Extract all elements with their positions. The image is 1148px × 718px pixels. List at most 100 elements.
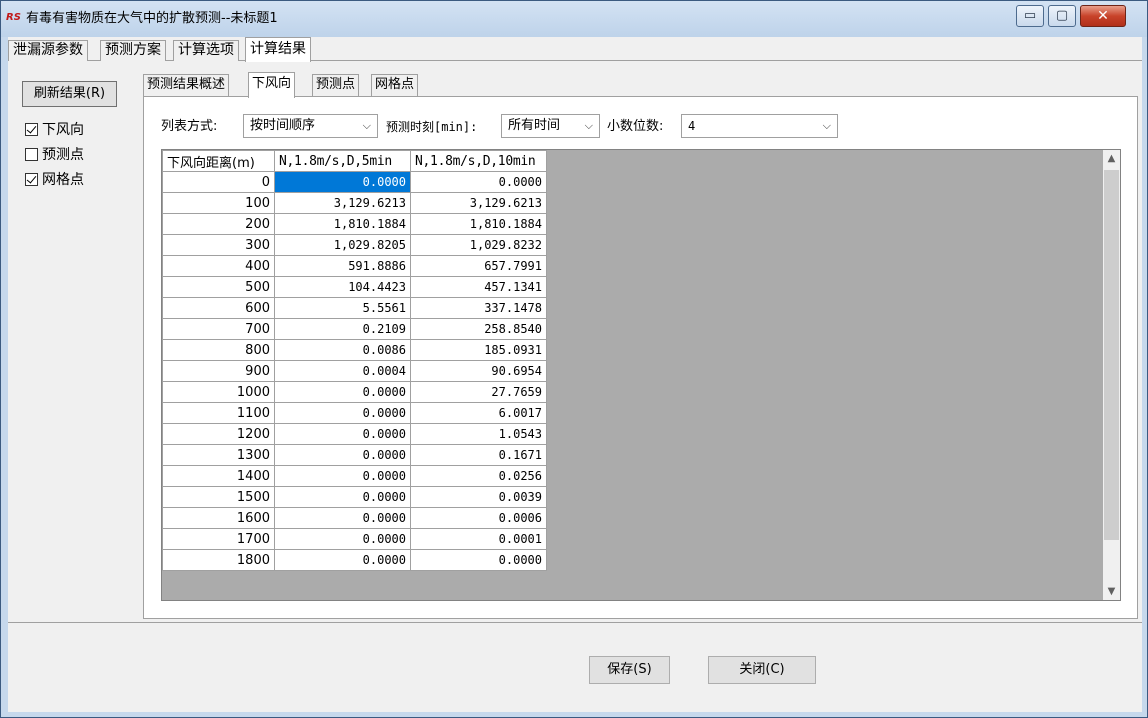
list-mode-select[interactable]: 按时间顺序 ⌵ [243,114,378,138]
concentration-cell[interactable]: 3,129.6213 [410,192,547,214]
table-row[interactable]: 1500 0.0000 0.0039 [162,486,547,508]
concentration-cell[interactable]: 0.0000 [274,507,411,529]
concentration-cell[interactable]: 1,029.8205 [274,234,411,256]
concentration-cell[interactable]: 185.0931 [410,339,547,361]
table-row[interactable]: 0 0.0000 0.0000 [162,171,547,193]
minimize-button[interactable]: ▭ [1016,5,1044,27]
table-row[interactable]: 200 1,810.1884 1,810.1884 [162,213,547,235]
concentration-cell[interactable]: 1.0543 [410,423,547,445]
vertical-scrollbar[interactable]: ▲ ▼ [1103,150,1120,600]
concentration-cell[interactable]: 0.0006 [410,507,547,529]
concentration-cell[interactable]: 0.0000 [274,171,411,193]
distance-cell[interactable]: 1800 [162,549,275,571]
concentration-cell[interactable]: 0.0000 [274,549,411,571]
concentration-cell[interactable]: 1,810.1884 [274,213,411,235]
checkbox-checked-icon[interactable] [25,173,38,186]
table-row[interactable]: 1700 0.0000 0.0001 [162,528,547,550]
concentration-cell[interactable]: 0.0000 [274,465,411,487]
concentration-cell[interactable]: 0.0000 [274,486,411,508]
results-grid[interactable]: 下风向距离(m) N,1.8m/s,D,5min N,1.8m/s,D,10mi… [161,149,1121,601]
concentration-cell[interactable]: 0.0001 [410,528,547,550]
close-window-button[interactable]: ✕ [1080,5,1126,27]
check-downwind[interactable]: 下风向 [25,122,84,138]
distance-cell[interactable]: 1300 [162,444,275,466]
distance-cell[interactable]: 1000 [162,381,275,403]
table-row[interactable]: 800 0.0086 185.0931 [162,339,547,361]
concentration-cell[interactable]: 0.2109 [274,318,411,340]
tab-calc-options[interactable]: 计算选项 [173,40,239,61]
distance-cell[interactable]: 100 [162,192,275,214]
concentration-cell[interactable]: 1,029.8232 [410,234,547,256]
distance-cell[interactable]: 700 [162,318,275,340]
tab-downwind[interactable]: 下风向 [248,72,296,98]
maximize-button[interactable]: ▢ [1048,5,1076,27]
concentration-cell[interactable]: 0.0000 [274,444,411,466]
time-select[interactable]: 所有时间 ⌵ [501,114,600,138]
decimals-select[interactable]: 4 ⌵ [681,114,838,138]
title-bar[interactable]: RS 有毒有害物质在大气中的扩散预测--未标题1 ▭ ▢ ✕ [1,1,1147,37]
distance-cell[interactable]: 200 [162,213,275,235]
concentration-cell[interactable]: 0.0000 [410,171,547,193]
concentration-cell[interactable]: 90.6954 [410,360,547,382]
table-row[interactable]: 100 3,129.6213 3,129.6213 [162,192,547,214]
table-row[interactable]: 400 591.8886 657.7991 [162,255,547,277]
concentration-cell[interactable]: 457.1341 [410,276,547,298]
scroll-thumb[interactable] [1104,170,1119,540]
table-row[interactable]: 1100 0.0000 6.0017 [162,402,547,424]
distance-cell[interactable]: 900 [162,360,275,382]
table-row[interactable]: 1600 0.0000 0.0006 [162,507,547,529]
refresh-results-button[interactable]: 刷新结果(R) [22,81,117,107]
distance-cell[interactable]: 0 [162,171,275,193]
scroll-up-icon[interactable]: ▲ [1103,150,1120,167]
table-row[interactable]: 500 104.4423 457.1341 [162,276,547,298]
concentration-cell[interactable]: 0.0000 [410,549,547,571]
table-row[interactable]: 300 1,029.8205 1,029.8232 [162,234,547,256]
concentration-cell[interactable]: 0.0000 [274,402,411,424]
distance-cell[interactable]: 1700 [162,528,275,550]
column-header-10min[interactable]: N,1.8m/s,D,10min [410,150,547,172]
concentration-cell[interactable]: 0.1671 [410,444,547,466]
concentration-cell[interactable]: 337.1478 [410,297,547,319]
concentration-cell[interactable]: 6.0017 [410,402,547,424]
tab-grid[interactable]: 网格点 [371,74,419,96]
column-header-distance[interactable]: 下风向距离(m) [162,150,275,172]
table-row[interactable]: 1300 0.0000 0.1671 [162,444,547,466]
table-row[interactable]: 700 0.2109 258.8540 [162,318,547,340]
concentration-cell[interactable]: 5.5561 [274,297,411,319]
tab-points[interactable]: 预测点 [312,74,360,96]
close-button[interactable]: 关闭(C) [708,656,816,684]
table-row[interactable]: 1200 0.0000 1.0543 [162,423,547,445]
distance-cell[interactable]: 1100 [162,402,275,424]
concentration-cell[interactable]: 657.7991 [410,255,547,277]
concentration-cell[interactable]: 0.0086 [274,339,411,361]
distance-cell[interactable]: 1200 [162,423,275,445]
tab-leak-source[interactable]: 泄漏源参数 [8,40,88,61]
concentration-cell[interactable]: 591.8886 [274,255,411,277]
checkbox-unchecked-icon[interactable] [25,148,38,161]
check-grid-points[interactable]: 网格点 [25,172,84,188]
distance-cell[interactable]: 800 [162,339,275,361]
distance-cell[interactable]: 1600 [162,507,275,529]
table-row[interactable]: 1000 0.0000 27.7659 [162,381,547,403]
scroll-down-icon[interactable]: ▼ [1103,583,1120,600]
tab-prediction-plan[interactable]: 预测方案 [100,40,166,61]
concentration-cell[interactable]: 3,129.6213 [274,192,411,214]
concentration-cell[interactable]: 104.4423 [274,276,411,298]
concentration-cell[interactable]: 0.0000 [274,381,411,403]
concentration-cell[interactable]: 0.0004 [274,360,411,382]
concentration-cell[interactable]: 27.7659 [410,381,547,403]
save-button[interactable]: 保存(S) [589,656,670,684]
table-row[interactable]: 600 5.5561 337.1478 [162,297,547,319]
distance-cell[interactable]: 1500 [162,486,275,508]
table-row[interactable]: 1800 0.0000 0.0000 [162,549,547,571]
table-row[interactable]: 1400 0.0000 0.0256 [162,465,547,487]
concentration-cell[interactable]: 0.0000 [274,528,411,550]
distance-cell[interactable]: 1400 [162,465,275,487]
concentration-cell[interactable]: 258.8540 [410,318,547,340]
distance-cell[interactable]: 300 [162,234,275,256]
checkbox-checked-icon[interactable] [25,123,38,136]
column-header-5min[interactable]: N,1.8m/s,D,5min [274,150,411,172]
concentration-cell[interactable]: 1,810.1884 [410,213,547,235]
distance-cell[interactable]: 600 [162,297,275,319]
concentration-cell[interactable]: 0.0039 [410,486,547,508]
